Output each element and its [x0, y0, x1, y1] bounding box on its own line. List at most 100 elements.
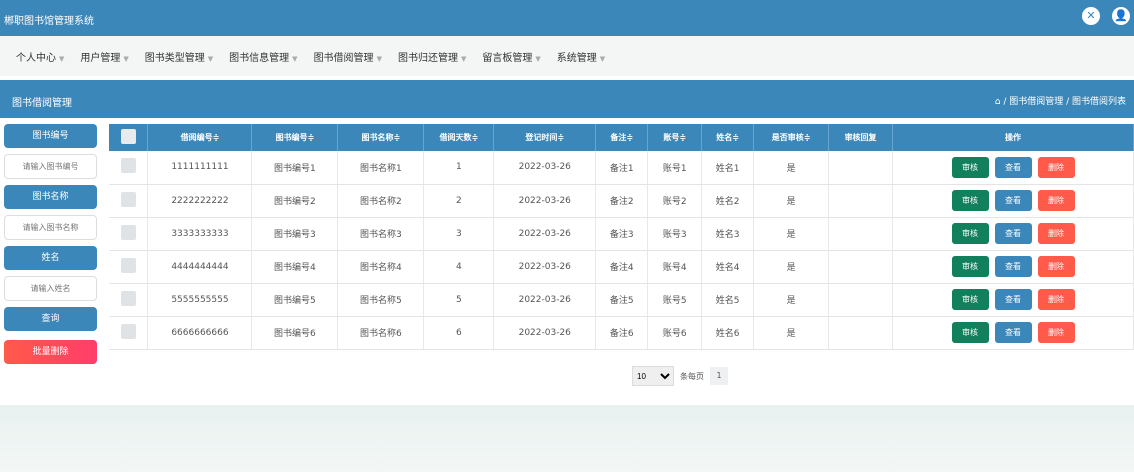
nav-item-2[interactable]: 图书类型管理 ▼	[145, 49, 213, 64]
column-header[interactable]: 图书名称≑	[337, 124, 425, 151]
cell: 3333333333	[147, 217, 253, 251]
page-header: 图书借阅管理 ⌂ / 图书借阅管理 / 图书借阅列表	[0, 80, 1134, 118]
top-header: 郴职图书馆管理系统 ✕ 👤	[0, 0, 1134, 36]
delete-button[interactable]: 删除	[1037, 223, 1075, 244]
book-number-input[interactable]	[4, 154, 97, 179]
cell: 2222222222	[147, 184, 253, 218]
cell: 姓名1	[701, 151, 755, 185]
review-button[interactable]: 审核	[951, 256, 989, 277]
row-checkbox[interactable]	[109, 217, 149, 251]
nav-item-4[interactable]: 图书借阅管理 ▼	[314, 49, 382, 64]
caret-down-icon: ▼	[599, 54, 606, 63]
book-name-input[interactable]	[4, 215, 97, 240]
cell: 是	[753, 217, 830, 251]
row-checkbox[interactable]	[109, 316, 149, 350]
user-icon[interactable]: 👤	[1112, 7, 1130, 25]
column-header[interactable]: 图书编号≑	[251, 124, 339, 151]
row-checkbox[interactable]	[109, 283, 149, 317]
cell: 2022-03-26	[493, 217, 597, 251]
cell: 备注4	[595, 250, 649, 284]
nav-item-1[interactable]: 用户管理 ▼	[80, 49, 128, 64]
nav-item-5[interactable]: 图书归还管理 ▼	[398, 49, 466, 64]
nav-item-3[interactable]: 图书信息管理 ▼	[229, 49, 297, 64]
column-header[interactable]: 是否审核≑	[753, 124, 830, 151]
cell	[828, 316, 894, 350]
cell: 姓名3	[701, 217, 755, 251]
column-header[interactable]: 备注≑	[595, 124, 649, 151]
review-button[interactable]: 审核	[951, 156, 989, 178]
caret-down-icon: ▼	[207, 54, 214, 63]
select-all-checkbox[interactable]	[109, 124, 149, 151]
nav-item-6[interactable]: 留言板管理 ▼	[482, 49, 540, 64]
view-button[interactable]: 查看	[994, 156, 1032, 178]
cell: 1	[423, 151, 495, 185]
view-button[interactable]: 查看	[994, 289, 1032, 310]
delete-button[interactable]: 删除	[1037, 156, 1075, 178]
column-header[interactable]: 账号≑	[647, 124, 703, 151]
delete-button[interactable]: 删除	[1037, 289, 1075, 310]
cell: 1111111111	[147, 151, 253, 185]
cell	[828, 151, 894, 185]
page-size-select[interactable]: 10	[632, 366, 674, 386]
cell: 是	[753, 316, 830, 350]
caret-down-icon: ▼	[535, 54, 541, 63]
name-input[interactable]	[4, 276, 97, 301]
search-panel: 图书编号 图书名称 姓名 查询 批量删除	[4, 124, 97, 373]
cell: 3	[423, 217, 495, 251]
column-header[interactable]: 借阅天数≑	[423, 124, 495, 151]
cell: 账号1	[647, 151, 703, 185]
cell: 图书编号5	[251, 283, 339, 317]
fullscreen-icon[interactable]: ✕	[1082, 7, 1100, 25]
delete-button[interactable]: 删除	[1037, 256, 1075, 277]
table-row: 5555555555 图书编号5 图书名称5 5 2022-03-26 备注5 账号5 姓名5…	[109, 283, 1134, 317]
table-row: 3333333333 图书编号3 图书名称3 3 2022-03-26 备注3 账号3 姓名3…	[109, 217, 1134, 251]
page-1-button[interactable]: 1	[710, 367, 728, 385]
caret-down-icon: ▼	[292, 54, 298, 63]
view-button[interactable]: 查看	[994, 223, 1032, 244]
cell: 图书名称1	[337, 151, 425, 185]
cell: 备注6	[595, 316, 649, 350]
caret-down-icon: ▼	[123, 54, 129, 63]
cell: 姓名5	[701, 283, 755, 317]
main-nav: 个人中心 ▼ 用户管理 ▼ 图书类型管理 ▼ 图书信息管理 ▼ 图书借阅管理 ▼ 图书归还管理 ▼ 留言…	[0, 36, 1134, 76]
cell: 账号5	[647, 283, 703, 317]
cell: 图书名称2	[337, 184, 425, 218]
review-button[interactable]: 审核	[951, 223, 989, 244]
view-button[interactable]: 查看	[994, 322, 1032, 343]
view-button[interactable]: 查看	[994, 190, 1032, 211]
cell: 姓名2	[701, 184, 755, 218]
review-button[interactable]: 审核	[951, 289, 989, 310]
column-header[interactable]: 借阅编号≑	[147, 124, 253, 151]
view-button[interactable]: 查看	[994, 256, 1032, 277]
batch-delete-button[interactable]: 批量删除	[4, 340, 97, 364]
actions-cell: 审核 查看 删除	[892, 250, 1134, 284]
review-button[interactable]: 审核	[951, 322, 989, 343]
nav-item-0[interactable]: 个人中心 ▼	[16, 49, 64, 64]
column-header[interactable]: 登记时间≑	[493, 124, 597, 151]
cell	[828, 184, 894, 218]
breadcrumb: ⌂ / 图书借阅管理 / 图书借阅列表	[994, 97, 1126, 107]
delete-button[interactable]: 删除	[1037, 190, 1075, 211]
cell: 5555555555	[147, 283, 253, 317]
cell	[828, 283, 894, 317]
cell: 姓名6	[701, 316, 755, 350]
review-button[interactable]: 审核	[951, 190, 989, 211]
row-checkbox[interactable]	[109, 250, 149, 284]
row-checkbox[interactable]	[109, 184, 149, 218]
nav-item-7[interactable]: 系统管理 ▼	[557, 49, 605, 64]
cell: 5	[423, 283, 495, 317]
table-row: 1111111111 图书编号1 图书名称1 1 2022-03-26 备注1 账号1 姓名1…	[109, 151, 1134, 185]
column-header[interactable]: 姓名≑	[701, 124, 755, 151]
table-row: 6666666666 图书编号6 图书名称6 6 2022-03-26 备注6 账号6 姓名6…	[109, 316, 1134, 350]
query-button[interactable]: 查询	[4, 307, 97, 331]
cell: 是	[753, 250, 830, 284]
delete-button[interactable]: 删除	[1037, 322, 1075, 343]
book-number-label: 图书编号	[4, 124, 97, 148]
cell: 图书名称4	[337, 250, 425, 284]
cell: 2022-03-26	[493, 316, 597, 350]
row-checkbox[interactable]	[109, 151, 149, 185]
cell: 账号2	[647, 184, 703, 218]
cell: 账号6	[647, 316, 703, 350]
cell: 图书名称6	[337, 316, 425, 350]
cell: 姓名4	[701, 250, 755, 284]
